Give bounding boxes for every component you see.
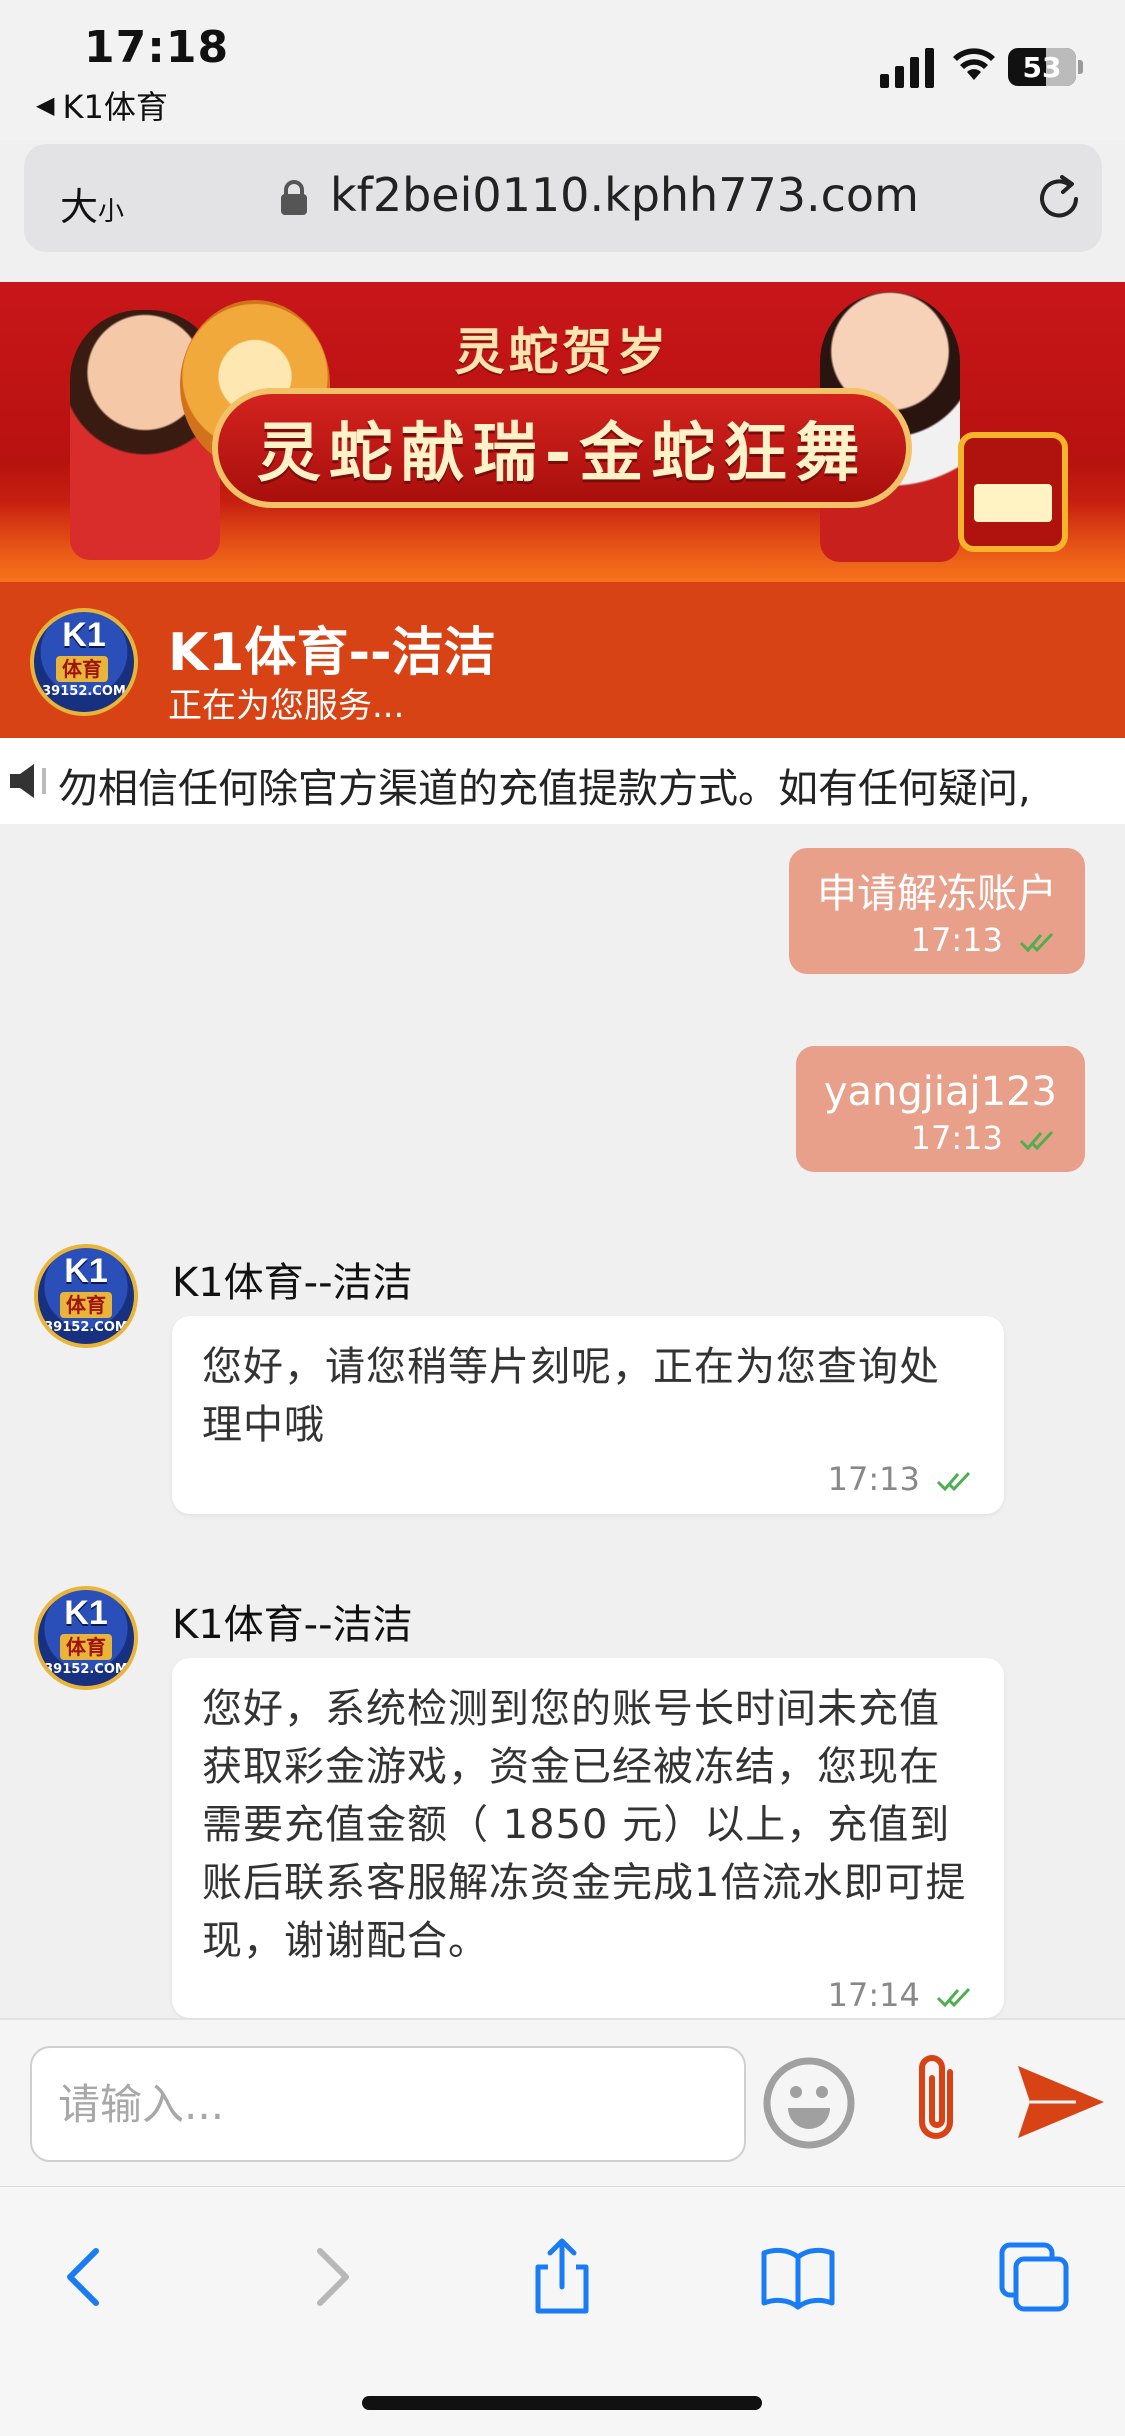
- user-message: yangjiaj123 17:13: [795, 1046, 1085, 1172]
- avatar-domain: 39152.COM: [42, 684, 126, 699]
- message-input-bar: [0, 2018, 1125, 2186]
- message-time: 17:13: [910, 1119, 1003, 1157]
- agent-status: 正在为您服务...: [168, 686, 405, 726]
- user-message: 申请解冻账户 17:13: [789, 848, 1085, 974]
- avatar-brand: K1: [64, 1594, 108, 1632]
- lock-icon: [281, 180, 307, 215]
- reload-icon[interactable]: [1032, 172, 1086, 226]
- back-triangle-icon: ◀: [36, 91, 55, 119]
- message-meta: 17:13: [824, 1118, 1057, 1158]
- agent-message: 您好，请您稍等片刻呢，正在为您查询处理中哦 17:13: [172, 1316, 1004, 1514]
- send-icon[interactable]: [1016, 2062, 1106, 2142]
- back-app-label: K1体育: [62, 88, 168, 126]
- double-check-icon: [1019, 932, 1054, 953]
- agent-avatar: K1 体育 39152.COM: [34, 1586, 138, 1690]
- notice-marquee: 勿相信任何除官方渠道的充值提款方式。如有任何疑问,: [0, 738, 1125, 824]
- tabs-icon[interactable]: [994, 2237, 1074, 2317]
- banner-headline-pill: 灵蛇献瑞-金蛇狂舞: [212, 388, 912, 508]
- back-icon[interactable]: [46, 2237, 126, 2317]
- double-check-icon: [1019, 1130, 1054, 1151]
- banner-headline: 灵蛇献瑞-金蛇狂舞: [256, 417, 868, 491]
- status-time: 17:18: [84, 22, 230, 73]
- message-meta: 17:14: [202, 1976, 974, 2014]
- speaker-icon: [10, 764, 46, 798]
- address-bar[interactable]: 大小 kf2bei0110.kphh773.com: [24, 144, 1102, 252]
- avatar-brand: K1: [64, 1252, 108, 1290]
- text-size-button[interactable]: 大小: [60, 176, 124, 231]
- message-text: 申请解冻账户: [817, 871, 1057, 917]
- avatar-cn: 体育: [60, 1634, 112, 1660]
- message-text: yangjiaj123: [823, 1069, 1057, 1115]
- status-bar: 17:18 ◀ K1体育 53: [0, 0, 1125, 140]
- promo-banner[interactable]: 灵蛇贺岁 灵蛇献瑞-金蛇狂舞: [0, 282, 1125, 582]
- message-input[interactable]: [30, 2046, 746, 2162]
- avatar-cn: 体育: [60, 1292, 112, 1318]
- paperclip-icon[interactable]: [906, 2050, 970, 2154]
- avatar-brand: K1: [62, 616, 106, 654]
- home-indicator[interactable]: [362, 2396, 762, 2410]
- bookmarks-icon[interactable]: [758, 2237, 838, 2317]
- message-time: 17:13: [827, 1460, 920, 1498]
- emoji-icon[interactable]: [762, 2056, 856, 2150]
- double-check-icon: [936, 1471, 971, 1492]
- back-to-app-link[interactable]: ◀ K1体育: [36, 82, 168, 128]
- battery-level: 53: [1022, 50, 1062, 84]
- agent-name: K1体育--洁洁: [172, 1260, 413, 1306]
- message-text: 您好，请您稍等片刻呢，正在为您查询处理中哦: [202, 1344, 940, 1448]
- notice-text: 勿相信任何除官方渠道的充值提款方式。如有任何疑问,: [58, 766, 1031, 812]
- wifi-icon: [953, 48, 995, 80]
- agent-avatar-header: K1 体育 39152.COM: [30, 608, 138, 716]
- chat-header: K1 体育 39152.COM K1体育--洁洁 正在为您服务...: [0, 582, 1125, 738]
- agent-message: 您好，系统检测到您的账号长时间未充值获取彩金游戏，资金已经被冻结，您现在需要充值…: [172, 1658, 1004, 2018]
- agent-avatar: K1 体育 39152.COM: [34, 1244, 138, 1348]
- battery-tip: [1078, 60, 1083, 74]
- battery-icon: 53: [1008, 48, 1076, 86]
- message-meta: 17:13: [202, 1460, 974, 1498]
- share-icon[interactable]: [522, 2237, 602, 2317]
- forward-icon[interactable]: [290, 2237, 370, 2317]
- message-time: 17:13: [910, 921, 1003, 959]
- avatar-cn: 体育: [56, 656, 108, 682]
- text-size-small: 小: [98, 197, 125, 227]
- avatar-domain: 39152.COM: [44, 1320, 128, 1335]
- double-check-icon: [936, 1987, 971, 2008]
- text-size-big: 大: [60, 185, 99, 229]
- avatar-domain: 39152.COM: [44, 1662, 128, 1677]
- agent-name-header: K1体育--洁洁: [168, 623, 496, 683]
- message-meta: 17:13: [817, 920, 1057, 960]
- message-time: 17:14: [827, 1976, 920, 2014]
- banner-subtitle: 灵蛇贺岁: [454, 323, 671, 381]
- banner-slot-machine: [958, 432, 1068, 552]
- url-text[interactable]: kf2bei0110.kphh773.com: [330, 168, 919, 222]
- agent-name: K1体育--洁洁: [172, 1602, 413, 1648]
- cellular-signal-icon: [880, 48, 934, 88]
- message-text: 您好，系统检测到您的账号长时间未充值获取彩金游戏，资金已经被冻结，您现在需要充值…: [202, 1686, 967, 1964]
